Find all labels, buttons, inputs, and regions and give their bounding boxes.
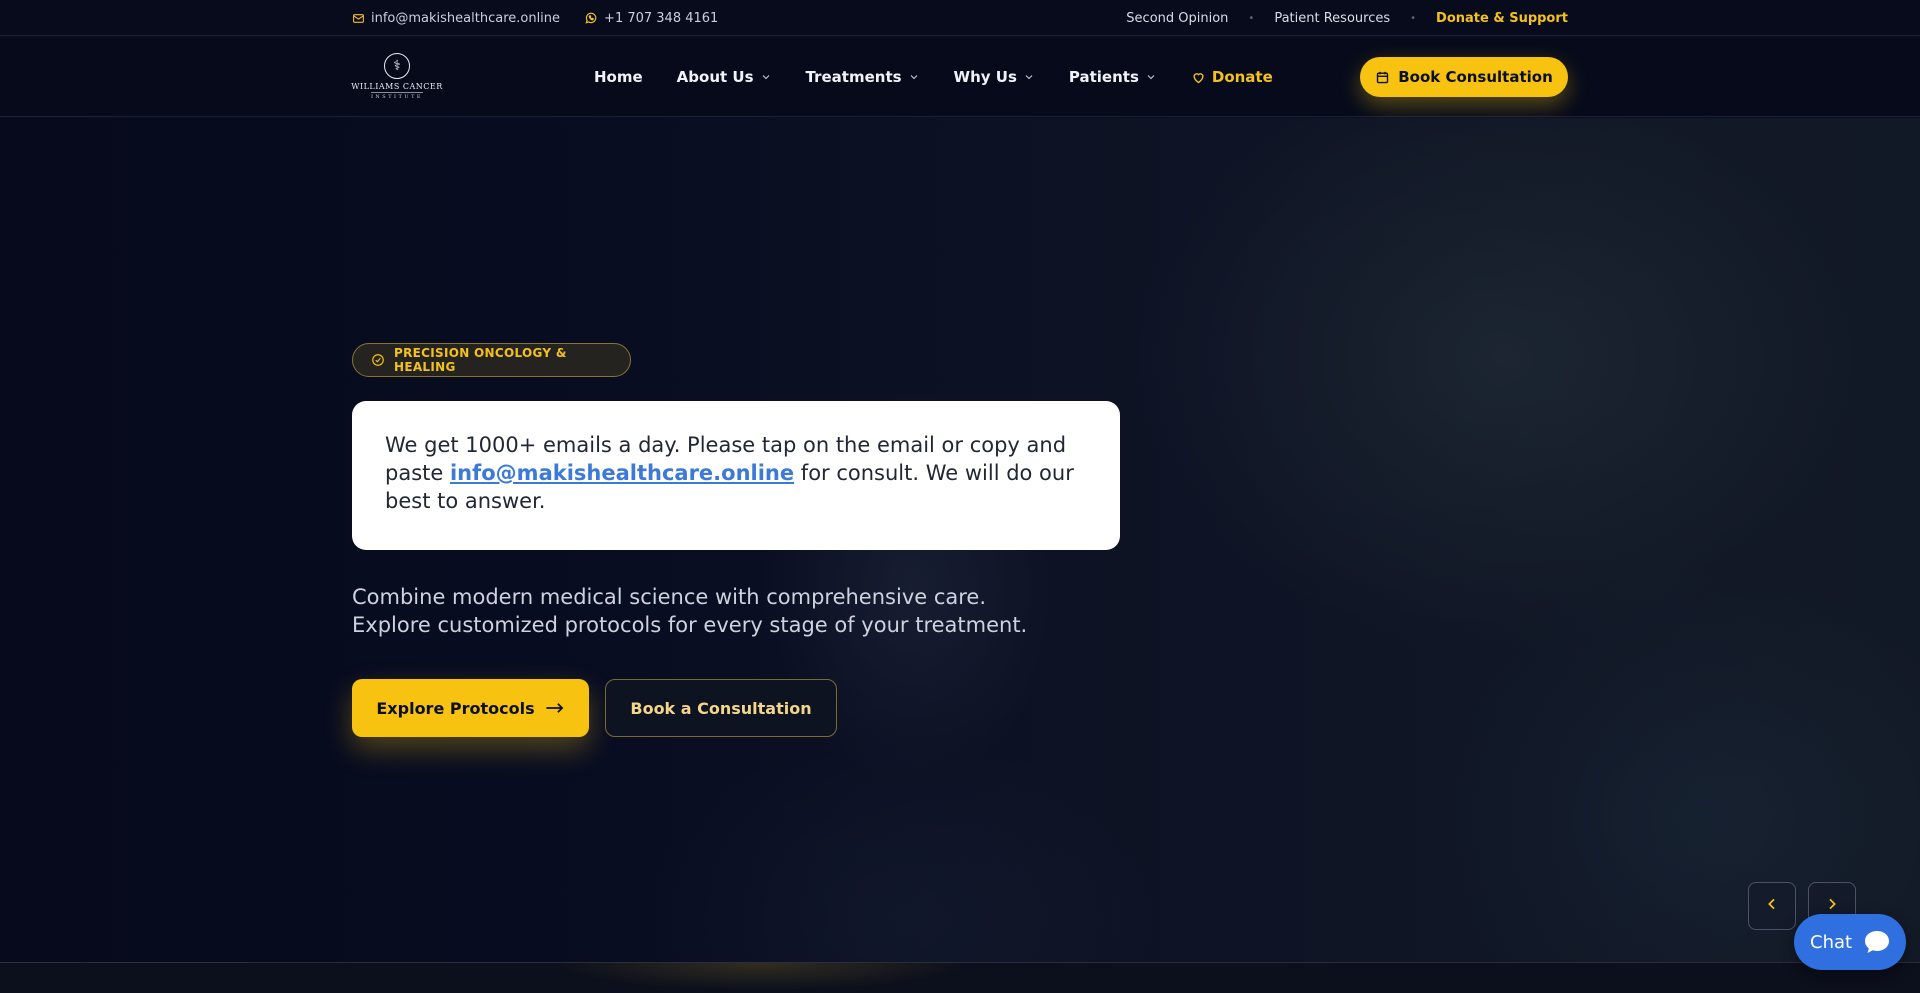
nav-about-label: About Us [676, 68, 754, 86]
hero-badge-label: PRECISION ONCOLOGY & HEALING [394, 346, 567, 374]
book-consultation-button[interactable]: Book Consultation [1360, 57, 1568, 97]
hero-description-line2: Explore customized protocols for every s… [352, 613, 1028, 637]
whatsapp-icon [584, 11, 598, 25]
nav-home[interactable]: Home [594, 68, 643, 86]
explore-protocols-button[interactable]: Explore Protocols [352, 679, 589, 737]
email-text[interactable]: info@makishealthcare.online [371, 11, 560, 26]
logo-subtitle: INSTITUTE [370, 92, 424, 100]
chevron-down-icon [760, 71, 772, 83]
separator-dot: • [1248, 12, 1255, 24]
next-section-edge [0, 962, 1920, 993]
nav-why-us[interactable]: Why Us [954, 68, 1035, 86]
book-consultation-label: Book Consultation [1398, 68, 1553, 86]
nav-about-us[interactable]: About Us [677, 68, 772, 86]
patient-resources-link[interactable]: Patient Resources [1274, 11, 1390, 26]
top-links: Second Opinion • Patient Resources • Don… [1126, 11, 1568, 26]
chat-label: Chat [1810, 931, 1853, 953]
nav-patients-label: Patients [1068, 68, 1139, 86]
chat-bubble-icon [1860, 926, 1894, 958]
top-bar: info@makishealthcare.online +1 707 348 4… [0, 0, 1920, 36]
nav-donate[interactable]: Donate [1191, 68, 1273, 86]
chevron-down-icon [908, 71, 920, 83]
email-notice-card: We get 1000+ emails a day. Please tap on… [352, 401, 1120, 550]
mail-icon [352, 12, 365, 25]
slider-prev-button[interactable] [1748, 882, 1796, 930]
nav-why-us-label: Why Us [953, 68, 1017, 86]
nav-menu: Home About Us Treatments Why Us Patients [594, 37, 1307, 117]
logo-name: WILLIAMS CANCER [351, 82, 443, 91]
arrow-right-icon [545, 701, 565, 715]
email-contact[interactable]: info@makishealthcare.online [352, 11, 560, 26]
explore-protocols-label: Explore Protocols [376, 698, 535, 718]
nav-treatments[interactable]: Treatments [806, 68, 920, 86]
phone-text[interactable]: +1 707 348 4161 [604, 11, 718, 26]
book-a-consultation-button[interactable]: Book a Consultation [605, 679, 837, 737]
chevron-right-icon [1824, 896, 1840, 916]
heart-icon [1191, 70, 1206, 85]
separator-dot: • [1410, 12, 1417, 24]
notice-email-link[interactable]: info@makishealthcare.online [450, 461, 794, 485]
logo[interactable]: ⚕ WILLIAMS CANCER INSTITUTE [351, 53, 443, 101]
hero-description-line1: Combine modern medical science with comp… [352, 585, 987, 609]
hero-section: PRECISION ONCOLOGY & HEALING We get 1000… [0, 118, 1920, 963]
contact-info: info@makishealthcare.online +1 707 348 4… [352, 11, 718, 26]
chevron-down-icon [1145, 71, 1157, 83]
hero-description: Combine modern medical science with comp… [352, 583, 1052, 639]
chevron-left-icon [1764, 896, 1780, 916]
main-nav: ⚕ WILLIAMS CANCER INSTITUTE Home About U… [0, 37, 1920, 117]
nav-treatments-label: Treatments [805, 68, 902, 86]
phone-contact[interactable]: +1 707 348 4161 [584, 11, 718, 26]
calendar-icon [1375, 70, 1390, 85]
nav-home-label: Home [594, 68, 643, 86]
logo-emblem-icon: ⚕ [384, 53, 410, 79]
check-circle-icon [371, 353, 385, 367]
nav-donate-label: Donate [1211, 68, 1273, 86]
book-a-consultation-label: Book a Consultation [630, 698, 812, 718]
top-bar-inner: info@makishealthcare.online +1 707 348 4… [352, 0, 1568, 36]
second-opinion-link[interactable]: Second Opinion [1126, 11, 1228, 26]
nav-patients[interactable]: Patients [1069, 68, 1157, 86]
chat-widget-button[interactable]: Chat [1794, 914, 1906, 970]
hero-badge: PRECISION ONCOLOGY & HEALING [352, 343, 631, 377]
chevron-down-icon [1023, 71, 1035, 83]
donate-support-link[interactable]: Donate & Support [1436, 11, 1568, 26]
